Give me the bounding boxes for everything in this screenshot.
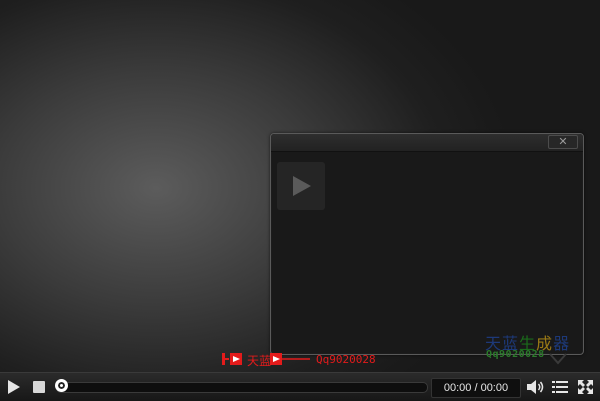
play-icon (293, 176, 311, 196)
progress-handle[interactable] (55, 379, 68, 392)
thumbnail-play-button[interactable] (277, 162, 325, 210)
popup-content (272, 152, 582, 353)
logo-text: 天蓝 (247, 354, 272, 368)
play-button[interactable] (7, 379, 21, 395)
popup-window: ✕ (270, 133, 584, 355)
progress-bar[interactable] (56, 382, 428, 393)
chevron-down-icon (549, 353, 567, 365)
watermark-subtext: Qq9020028 (486, 349, 545, 360)
time-display: 00:00 / 00:00 (431, 378, 521, 398)
playlist-button[interactable] (552, 380, 568, 394)
volume-button[interactable] (526, 379, 546, 395)
contact-text: Qq9020028 (316, 353, 376, 366)
close-button[interactable]: ✕ (548, 135, 578, 149)
control-bar: 00:00 / 00:00 (0, 372, 600, 401)
popup-title-bar: ✕ (271, 134, 583, 152)
fullscreen-button[interactable] (577, 379, 594, 395)
stop-button[interactable] (33, 381, 45, 393)
